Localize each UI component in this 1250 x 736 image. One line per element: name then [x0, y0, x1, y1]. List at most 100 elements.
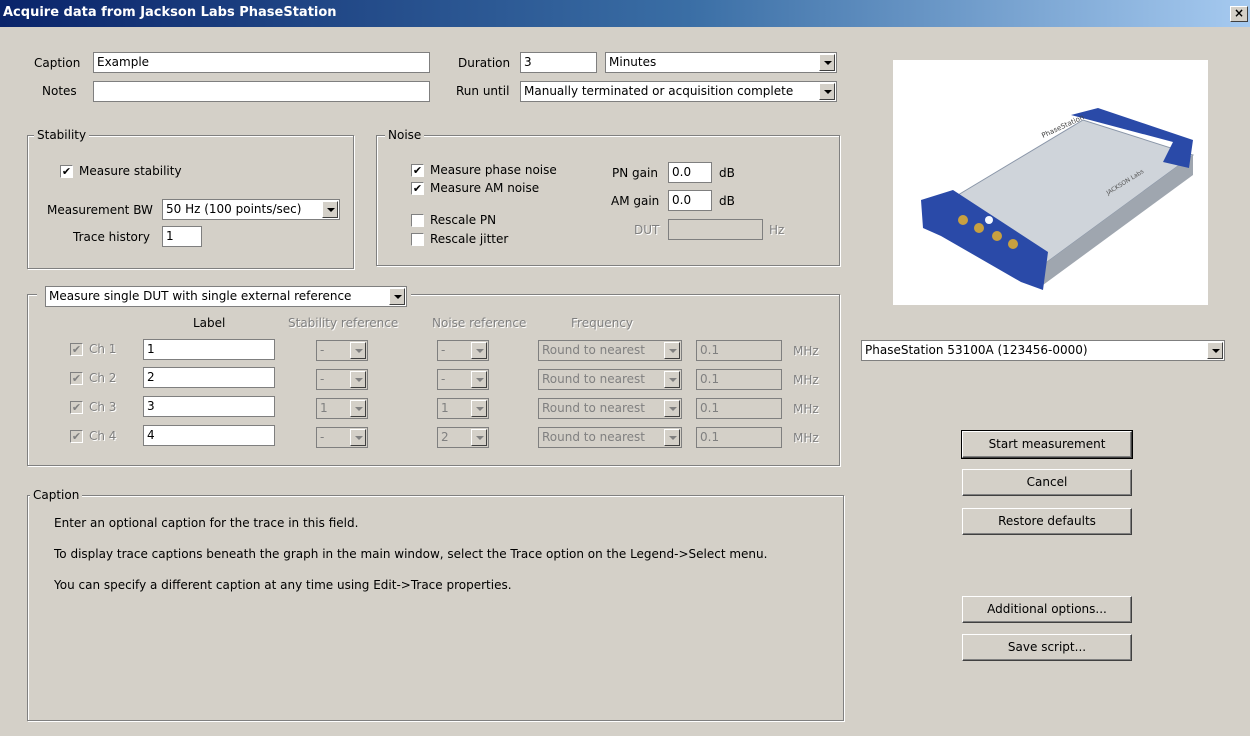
rescale-pn-checkbox[interactable] — [411, 214, 424, 227]
caption-input[interactable]: Example — [93, 52, 430, 73]
duration-input[interactable]: 3 — [520, 52, 597, 73]
channel-enable-checkbox: ✔ — [70, 430, 83, 443]
channel-enable-checkbox: ✔ — [70, 343, 83, 356]
save-script-button[interactable]: Save script... — [962, 634, 1132, 661]
cancel-button[interactable]: Cancel — [962, 469, 1132, 496]
chevron-down-icon — [471, 342, 487, 359]
restore-defaults-button[interactable]: Restore defaults — [962, 508, 1132, 535]
channel-name: Ch 2 — [89, 371, 117, 385]
rescale-jitter-checkbox[interactable] — [411, 233, 424, 246]
stability-reference-value: - — [320, 430, 325, 444]
chevron-down-icon — [389, 288, 405, 305]
stability-reference-value: - — [320, 372, 325, 386]
am-gain-unit: dB — [719, 194, 735, 208]
chevron-down-icon — [664, 429, 680, 446]
chevron-down-icon — [1207, 342, 1223, 359]
channel-enable-checkbox: ✔ — [70, 372, 83, 385]
noise-reference-value: 2 — [441, 430, 449, 444]
rescale-pn-label: Rescale PN — [430, 213, 497, 227]
am-gain-label: AM gain — [611, 194, 660, 208]
noise-reference-header: Noise reference — [432, 316, 527, 330]
measure-phase-noise-checkbox[interactable]: ✔ — [411, 164, 424, 177]
frequency-input: 0.1 — [696, 369, 782, 390]
chevron-down-icon — [350, 429, 366, 446]
duration-unit-select[interactable]: Minutes — [605, 52, 837, 73]
notes-label: Notes — [42, 84, 77, 98]
noise-group — [376, 135, 840, 266]
channel-name: Ch 1 — [89, 342, 117, 356]
dut-input — [668, 219, 763, 240]
frequency-mode-select: Round to nearest — [538, 427, 682, 448]
chevron-down-icon — [350, 400, 366, 417]
chevron-down-icon — [322, 201, 338, 218]
noise-group-title: Noise — [385, 128, 425, 142]
duration-unit-value: Minutes — [609, 55, 657, 69]
frequency-mode-value: Round to nearest — [542, 372, 645, 386]
channel-label-input[interactable]: 1 — [143, 339, 275, 360]
stability-reference-select: - — [316, 340, 368, 361]
channel-label-input[interactable]: 2 — [143, 367, 275, 388]
chevron-down-icon — [471, 371, 487, 388]
trace-history-input[interactable]: 1 — [162, 226, 202, 247]
chevron-down-icon — [664, 342, 680, 359]
caption-label: Caption — [34, 56, 81, 70]
run-until-value: Manually terminated or acquisition compl… — [524, 84, 794, 98]
stability-group-title: Stability — [34, 128, 90, 142]
channel-name: Ch 3 — [89, 400, 117, 414]
channel-label-input[interactable]: 3 — [143, 396, 275, 417]
stability-reference-select: 1 — [316, 398, 368, 419]
stability-reference-header: Stability reference — [288, 316, 399, 330]
noise-reference-select: - — [437, 340, 489, 361]
chevron-down-icon — [350, 371, 366, 388]
start-measurement-button[interactable]: Start measurement — [961, 430, 1133, 459]
chevron-down-icon — [471, 400, 487, 417]
dut-label: DUT — [634, 223, 660, 237]
frequency-unit: MHz — [793, 344, 819, 358]
frequency-mode-value: Round to nearest — [542, 343, 645, 357]
title-bar: Acquire data from Jackson Labs PhaseStat… — [0, 0, 1250, 27]
am-gain-input[interactable]: 0.0 — [668, 190, 712, 211]
device-photo: PhaseStation JACKSON Labs — [893, 60, 1208, 305]
stability-reference-select: - — [316, 427, 368, 448]
chevron-down-icon — [819, 54, 835, 71]
dut-unit: Hz — [769, 223, 785, 237]
chevron-down-icon — [819, 83, 835, 100]
rescale-jitter-label: Rescale jitter — [430, 232, 509, 246]
measure-phase-noise-label: Measure phase noise — [430, 163, 557, 177]
chevron-down-icon — [350, 342, 366, 359]
frequency-mode-value: Round to nearest — [542, 401, 645, 415]
chevron-down-icon — [664, 400, 680, 417]
noise-reference-select: - — [437, 369, 489, 390]
frequency-unit: MHz — [793, 373, 819, 387]
phasestation-device-image: PhaseStation JACKSON Labs — [921, 108, 1195, 290]
help-text-line: You can specify a different caption at a… — [54, 578, 512, 592]
measurement-mode-select[interactable]: Measure single DUT with single external … — [45, 286, 407, 307]
device-select-value: PhaseStation 53100A (123456-0000) — [865, 343, 1088, 357]
notes-input[interactable] — [93, 81, 430, 102]
measurement-mode-value: Measure single DUT with single external … — [49, 289, 352, 303]
noise-reference-select: 1 — [437, 398, 489, 419]
measurement-bw-label: Measurement BW — [47, 203, 153, 217]
pn-gain-input[interactable]: 0.0 — [668, 162, 712, 183]
frequency-unit: MHz — [793, 431, 819, 445]
noise-reference-value: - — [441, 372, 446, 386]
measure-am-noise-checkbox[interactable]: ✔ — [411, 182, 424, 195]
run-until-select[interactable]: Manually terminated or acquisition compl… — [520, 81, 837, 102]
trace-history-label: Trace history — [73, 230, 150, 244]
additional-options-button[interactable]: Additional options... — [962, 596, 1132, 623]
channel-enable-checkbox: ✔ — [70, 401, 83, 414]
run-until-label: Run until — [456, 84, 510, 98]
frequency-input: 0.1 — [696, 340, 782, 361]
measurement-bw-select[interactable]: 50 Hz (100 points/sec) — [162, 199, 340, 220]
measure-am-noise-label: Measure AM noise — [430, 181, 540, 195]
close-icon[interactable]: × — [1230, 6, 1248, 22]
device-select[interactable]: PhaseStation 53100A (123456-0000) — [861, 340, 1225, 361]
frequency-mode-select: Round to nearest — [538, 340, 682, 361]
channel-name: Ch 4 — [89, 429, 117, 443]
stability-reference-value: 1 — [320, 401, 328, 415]
channel-label-input[interactable]: 4 — [143, 425, 275, 446]
measure-stability-checkbox[interactable]: ✔ — [60, 165, 73, 178]
measurement-bw-value: 50 Hz (100 points/sec) — [166, 202, 302, 216]
pn-gain-unit: dB — [719, 166, 735, 180]
frequency-input: 0.1 — [696, 427, 782, 448]
